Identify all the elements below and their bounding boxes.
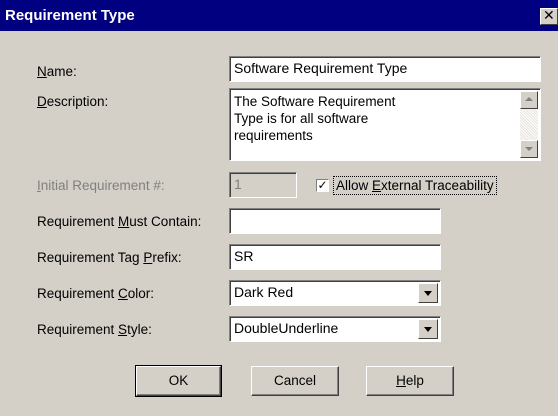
initial-requirement-label: Initial Requirement #: xyxy=(37,178,165,193)
allow-external-traceability-checkbox[interactable]: ✓ xyxy=(316,179,329,192)
scroll-up-icon[interactable] xyxy=(520,91,538,109)
must-contain-label: Requirement Must Contain: xyxy=(37,214,202,229)
description-label: Description: xyxy=(37,94,109,109)
close-icon[interactable]: ✕ xyxy=(540,8,558,25)
tag-prefix-field[interactable]: SR xyxy=(229,244,441,270)
help-button[interactable]: Help xyxy=(366,366,454,396)
tag-prefix-label: Requirement Tag Prefix: xyxy=(37,250,182,265)
name-field-value: Software Requirement Type xyxy=(234,60,408,76)
requirement-type-dialog: Requirement Type ✕ Name: Software Requir… xyxy=(0,0,558,416)
style-selected-value: DoubleUnderline xyxy=(234,320,339,336)
dropdown-arrow-icon[interactable] xyxy=(418,319,438,339)
allow-external-traceability-label[interactable]: Allow External Traceability xyxy=(333,176,497,195)
description-field[interactable]: The Software Requirement Type is for all… xyxy=(229,88,541,161)
description-field-value: The Software Requirement Type is for all… xyxy=(234,94,396,143)
style-label: Requirement Style: xyxy=(37,322,152,337)
scroll-down-icon[interactable] xyxy=(520,140,538,158)
title-bar[interactable]: Requirement Type ✕ xyxy=(0,0,558,31)
dropdown-arrow-icon[interactable] xyxy=(418,283,438,303)
dialog-title: Requirement Type xyxy=(5,7,135,24)
color-select[interactable]: Dark Red xyxy=(229,280,441,306)
name-label: Name: xyxy=(37,64,77,79)
style-select[interactable]: DoubleUnderline xyxy=(229,316,441,342)
name-field[interactable]: Software Requirement Type xyxy=(229,56,541,82)
cancel-button[interactable]: Cancel xyxy=(251,366,339,396)
initial-requirement-value: 1 xyxy=(234,176,242,192)
initial-requirement-field: 1 xyxy=(229,172,297,198)
tag-prefix-value: SR xyxy=(234,248,254,264)
color-label: Requirement Color: xyxy=(37,286,155,301)
ok-button[interactable]: OK xyxy=(135,365,222,397)
description-scrollbar[interactable] xyxy=(520,91,538,158)
must-contain-field[interactable] xyxy=(229,208,441,234)
checkmark-icon: ✓ xyxy=(317,178,328,192)
color-selected-value: Dark Red xyxy=(234,284,294,300)
